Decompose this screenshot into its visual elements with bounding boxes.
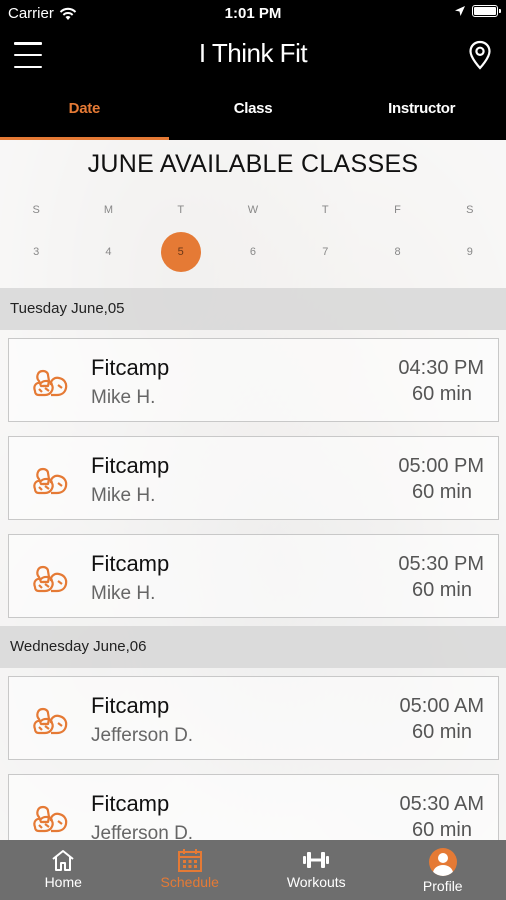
- weekday-label: W: [247, 204, 259, 216]
- dumbbell-icon: [303, 852, 330, 868]
- date-cell[interactable]: 7: [289, 232, 361, 272]
- bottom-tab-workouts[interactable]: Workouts: [253, 840, 380, 900]
- class-name: Fitcamp: [91, 791, 170, 816]
- class-duration: 60 min: [411, 579, 472, 601]
- class-name: Fitcamp: [91, 551, 170, 576]
- class-time: 04:30 PM: [398, 357, 484, 379]
- schedule-content[interactable]: JUNE AVAILABLE CLASSES S M T W T F S 3 4…: [0, 140, 506, 840]
- class-time: 05:00 PM: [398, 455, 484, 477]
- calendar-title: JUNE AVAILABLE CLASSES: [87, 150, 419, 178]
- boxing-gloves-icon: [33, 565, 68, 593]
- battery-icon: [472, 5, 501, 17]
- date-cell[interactable]: 9: [434, 232, 506, 272]
- tab-instructor[interactable]: Instructor: [337, 84, 506, 140]
- weekday-label: S: [32, 204, 40, 216]
- avatar: [428, 848, 457, 876]
- weekday-label: S: [466, 204, 474, 216]
- bottom-tab-bar: Home Schedule Workouts Profile: [0, 840, 506, 900]
- weekday-label: F: [394, 204, 401, 216]
- tab-class[interactable]: Class: [169, 84, 338, 140]
- boxing-gloves-icon: [33, 805, 68, 833]
- date-cell[interactable]: 3: [0, 232, 72, 272]
- class-card[interactable]: Fitcamp Mike H. 04:30 PM 60 min: [8, 338, 499, 422]
- bottom-tab-home[interactable]: Home: [0, 840, 127, 900]
- class-duration: 60 min: [411, 819, 472, 840]
- weekday-label: T: [177, 204, 185, 216]
- class-name: Fitcamp: [91, 355, 170, 380]
- class-time: 05:00 AM: [399, 695, 484, 717]
- class-instructor: Mike H.: [91, 485, 156, 506]
- boxing-gloves-icon: [33, 369, 68, 397]
- class-instructor: Mike H.: [91, 387, 156, 408]
- bottom-tab-label: Workouts: [286, 874, 346, 890]
- class-instructor: Mike H.: [91, 583, 156, 604]
- section-header: Wednesday June,06: [0, 626, 506, 668]
- nav-bar: I Think Fit: [0, 28, 506, 84]
- date-cell[interactable]: 4: [72, 232, 144, 272]
- section-header: Tuesday June,05: [0, 288, 506, 330]
- class-instructor: Jefferson D.: [91, 823, 194, 840]
- status-time: 1:01 PM: [224, 5, 282, 22]
- bottom-tab-profile[interactable]: Profile: [380, 840, 506, 900]
- date-cell[interactable]: 6: [217, 232, 289, 272]
- class-name: Fitcamp: [91, 693, 170, 718]
- class-card[interactable]: Fitcamp Mike H. 05:00 PM 60 min: [8, 436, 499, 520]
- class-time: 05:30 AM: [399, 793, 484, 815]
- home-icon: [52, 850, 74, 871]
- status-right: [454, 5, 501, 17]
- weekday-label: T: [321, 204, 329, 216]
- class-instructor: Jefferson D.: [91, 725, 194, 746]
- class-duration: 60 min: [411, 721, 472, 743]
- bottom-tab-label: Schedule: [160, 874, 219, 890]
- class-name: Fitcamp: [91, 453, 170, 478]
- location-arrow-icon: [455, 6, 465, 16]
- date-row: 3 4 5 6 7 8 9: [0, 232, 506, 272]
- class-card[interactable]: Fitcamp Jefferson D. 05:00 AM 60 min: [8, 676, 499, 760]
- bottom-tab-schedule[interactable]: Schedule: [127, 840, 254, 900]
- app-title: I Think Fit: [198, 38, 308, 68]
- status-bar: Carrier 1:01 PM: [0, 0, 506, 28]
- tab-bar: Date Class Instructor: [0, 84, 506, 140]
- class-time: 05:30 PM: [398, 553, 484, 575]
- bottom-tab-label: Profile: [422, 878, 463, 894]
- bottom-tab-label: Home: [44, 874, 82, 890]
- weekday-label: M: [103, 204, 113, 216]
- boxing-gloves-icon: [33, 707, 68, 735]
- boxing-gloves-icon: [33, 467, 68, 495]
- class-duration: 60 min: [411, 383, 472, 405]
- calendar-icon: [177, 849, 202, 872]
- date-cell[interactable]: 8: [361, 232, 433, 272]
- date-cell-selected[interactable]: 5: [145, 232, 217, 272]
- class-card[interactable]: Fitcamp Jefferson D. 05:30 AM 60 min: [8, 774, 499, 840]
- class-card[interactable]: Fitcamp Mike H. 05:30 PM 60 min: [8, 534, 499, 618]
- tab-date[interactable]: Date: [0, 84, 169, 140]
- weekday-row: S M T W T F S: [0, 202, 506, 218]
- map-pin-icon[interactable]: [468, 40, 492, 70]
- class-duration: 60 min: [411, 481, 472, 503]
